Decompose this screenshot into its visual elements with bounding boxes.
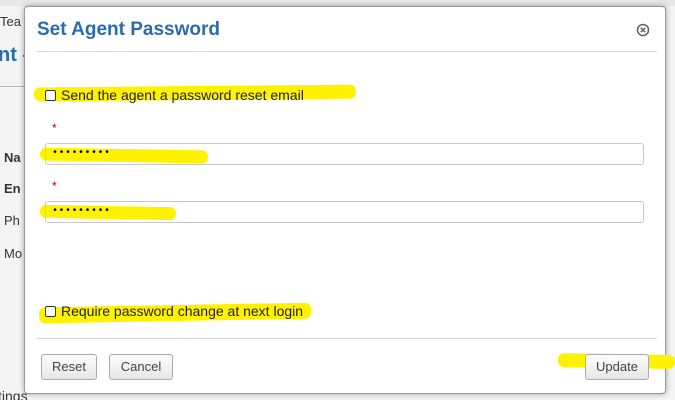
send-reset-email-row[interactable]: Send the agent a password reset email [45,87,304,103]
password-required-marker: * [52,121,57,135]
close-circle-icon [636,23,650,37]
require-password-change-label[interactable]: Require password change at next login [61,303,303,319]
send-reset-email-checkbox[interactable] [45,89,56,101]
set-password-dialog: Set Agent Password Send the agent a pass… [24,6,675,394]
cancel-button[interactable]: Cancel [109,354,173,380]
background-label-name: Na [4,150,21,165]
header-divider [37,51,657,52]
footer-divider [37,338,657,339]
confirm-password-field[interactable]: ••••••••• [45,201,644,223]
confirm-password-required-marker: * [52,179,57,193]
background-tab-text: Tea [0,14,21,29]
password-field[interactable]: ••••••••• [45,143,644,165]
dialog-title: Set Agent Password [37,19,221,40]
require-password-change-row[interactable]: Require password change at next login [45,303,303,319]
close-icon[interactable] [636,23,650,37]
require-password-change-checkbox[interactable] [45,305,56,317]
reset-button[interactable]: Reset [41,354,97,380]
send-reset-email-label[interactable]: Send the agent a password reset email [61,87,304,103]
background-label-email: En [4,181,21,196]
background-label-phone: Ph [4,213,20,228]
background-divider [0,86,24,87]
background-label-mobile: Mo [4,246,23,261]
update-button[interactable]: Update [585,354,649,380]
